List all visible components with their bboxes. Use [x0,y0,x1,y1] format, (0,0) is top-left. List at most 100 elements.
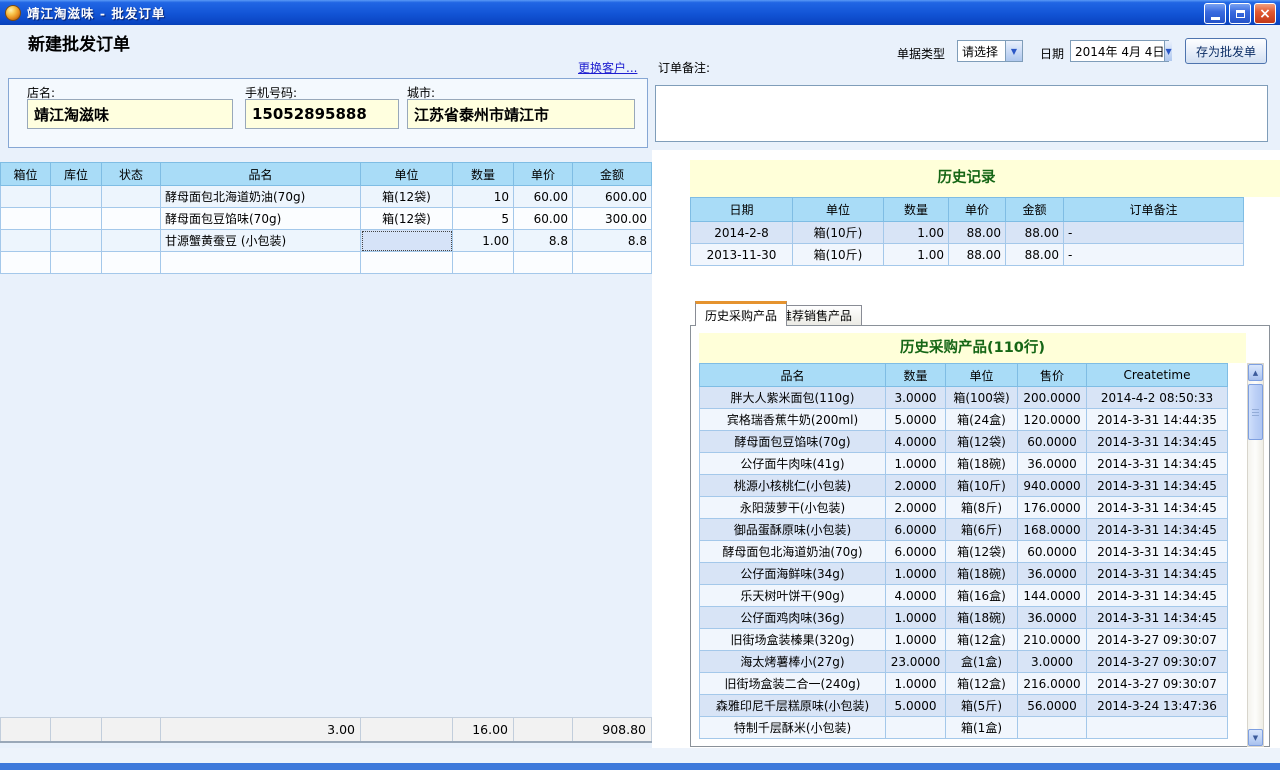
table-row[interactable]: 酵母面包豆馅味(70g)4.0000箱(12袋)60.00002014-3-31… [700,431,1228,453]
table-row[interactable]: 2013-11-30箱(10斤)1.0088.0088.00- [691,244,1244,266]
cell[interactable]: 特制千层酥米(小包装) [700,717,886,739]
cell[interactable]: 2014-3-24 13:47:36 [1087,695,1228,717]
doc-type-select[interactable]: 请选择 ▼ [957,40,1023,62]
table-row[interactable]: 海太烤薯棒小(27g)23.0000盒(1盒)3.00002014-3-27 0… [700,651,1228,673]
cell[interactable] [51,186,102,208]
table-row[interactable]: 酵母面包豆馅味(70g)箱(12袋)560.00300.00 [1,208,652,230]
cell[interactable]: 2014-3-31 14:34:45 [1087,475,1228,497]
cell[interactable] [1,230,51,252]
cell[interactable]: 酵母面包豆馅味(70g) [700,431,886,453]
cell[interactable] [51,230,102,252]
cell[interactable]: 300.00 [573,208,652,230]
cell[interactable] [361,252,453,274]
minimize-button[interactable] [1204,3,1226,24]
cell[interactable]: 2014-3-31 14:34:45 [1087,607,1228,629]
cell[interactable]: 1.00 [453,230,514,252]
cell[interactable]: 箱(12盒) [946,629,1018,651]
cell[interactable]: 1.0000 [886,453,946,475]
cell[interactable]: 森雅印尼千层糕原味(小包装) [700,695,886,717]
table-row[interactable]: 永阳菠萝干(小包装)2.0000箱(8斤)176.00002014-3-31 1… [700,497,1228,519]
cell[interactable]: 3.0000 [1018,651,1087,673]
cell[interactable] [1087,717,1228,739]
cell[interactable]: 600.00 [573,186,652,208]
restore-button[interactable] [1229,3,1251,24]
cell[interactable]: 箱(1盒) [946,717,1018,739]
cell[interactable]: 1.0000 [886,563,946,585]
cell[interactable] [514,252,573,274]
cell[interactable]: 88.00 [949,222,1006,244]
cell[interactable]: 88.00 [1006,222,1064,244]
cell[interactable]: 盒(1盒) [946,651,1018,673]
table-row[interactable]: 公仔面鸡肉味(36g)1.0000箱(18碗)36.00002014-3-31 … [700,607,1228,629]
table-row[interactable]: 2014-2-8箱(10斤)1.0088.0088.00- [691,222,1244,244]
cell[interactable]: 216.0000 [1018,673,1087,695]
cell[interactable]: 御品蛋酥原味(小包装) [700,519,886,541]
cell[interactable]: 23.0000 [886,651,946,673]
cell[interactable]: 酵母面包北海道奶油(70g) [700,541,886,563]
cell[interactable] [886,717,946,739]
cell[interactable]: 2014-3-31 14:34:45 [1087,519,1228,541]
cell[interactable]: 4.0000 [886,585,946,607]
cell[interactable]: 2014-3-27 09:30:07 [1087,673,1228,695]
cell[interactable]: 60.0000 [1018,431,1087,453]
cell[interactable]: 2014-3-31 14:34:45 [1087,453,1228,475]
cell[interactable]: 酵母面包北海道奶油(70g) [161,186,361,208]
cell[interactable]: 箱(16盒) [946,585,1018,607]
store-name-field[interactable] [27,99,233,129]
cell[interactable]: - [1064,222,1244,244]
cell[interactable]: 箱(18碗) [946,607,1018,629]
cell[interactable]: 箱(18碗) [946,563,1018,585]
table-row[interactable]: 森雅印尼千层糕原味(小包装)5.0000箱(5斤)56.00002014-3-2… [700,695,1228,717]
cell[interactable]: 4.0000 [886,431,946,453]
table-row[interactable]: 酵母面包北海道奶油(70g)6.0000箱(12袋)60.00002014-3-… [700,541,1228,563]
cell[interactable] [453,252,514,274]
cell[interactable]: 箱(12袋) [361,208,453,230]
cell[interactable]: 箱(18碗) [946,453,1018,475]
chevron-down-icon[interactable]: ▼ [1005,41,1022,61]
close-button[interactable]: × [1254,3,1276,24]
cell[interactable]: 乐天树叶饼干(90g) [700,585,886,607]
order-remark-input[interactable] [655,85,1268,142]
table-row[interactable]: 乐天树叶饼干(90g)4.0000箱(16盒)144.00002014-3-31… [700,585,1228,607]
vertical-scrollbar[interactable]: ▲ ▼ [1247,363,1264,747]
cell[interactable]: 5 [453,208,514,230]
table-row[interactable]: 公仔面牛肉味(41g)1.0000箱(18碗)36.00002014-3-31 … [700,453,1228,475]
cell[interactable]: 箱(12盒) [946,673,1018,695]
cell[interactable]: 60.0000 [1018,541,1087,563]
cell[interactable]: 公仔面牛肉味(41g) [700,453,886,475]
table-row[interactable]: 酵母面包北海道奶油(70g)箱(12袋)1060.00600.00 [1,186,652,208]
cell[interactable]: 5.0000 [886,409,946,431]
cell[interactable]: 36.0000 [1018,607,1087,629]
cell[interactable]: 箱(10斤) [793,244,884,266]
cell[interactable]: 2.0000 [886,497,946,519]
cell[interactable]: 1.0000 [886,607,946,629]
cell[interactable] [1,252,51,274]
cell[interactable]: - [1064,244,1244,266]
cell[interactable]: 3.0000 [886,387,946,409]
cell[interactable]: 8.8 [573,230,652,252]
cell[interactable]: 箱(12袋) [361,186,453,208]
cell[interactable]: 箱(12袋) [946,431,1018,453]
cell[interactable]: 2014-3-31 14:34:45 [1087,585,1228,607]
cell[interactable] [102,252,161,274]
cell[interactable]: 胖大人紫米面包(110g) [700,387,886,409]
cell[interactable]: 2014-2-8 [691,222,793,244]
cell[interactable]: 168.0000 [1018,519,1087,541]
cell[interactable]: 1.00 [884,244,949,266]
cell[interactable]: 箱(100袋) [946,387,1018,409]
cell[interactable]: 箱(10斤) [946,475,1018,497]
table-row[interactable]: 御品蛋酥原味(小包装)6.0000箱(6斤)168.00002014-3-31 … [700,519,1228,541]
cell[interactable]: 2014-3-31 14:34:45 [1087,563,1228,585]
cell[interactable]: 36.0000 [1018,453,1087,475]
table-row[interactable]: 甘源蟹黄蚕豆 (小包装)1.008.88.8 [1,230,652,252]
change-customer-link[interactable]: 更换客户... [578,59,637,76]
cell[interactable]: 200.0000 [1018,387,1087,409]
cell[interactable] [51,208,102,230]
date-picker[interactable]: 2014年 4月 4日 ▼ [1070,40,1169,62]
cell[interactable]: 2014-3-31 14:34:45 [1087,541,1228,563]
cell[interactable]: 甘源蟹黄蚕豆 (小包装) [161,230,361,252]
cell[interactable]: 1.00 [884,222,949,244]
cell[interactable]: 1.0000 [886,629,946,651]
cell[interactable] [161,252,361,274]
table-row[interactable]: 旧街场盒装二合一(240g)1.0000箱(12盒)216.00002014-3… [700,673,1228,695]
